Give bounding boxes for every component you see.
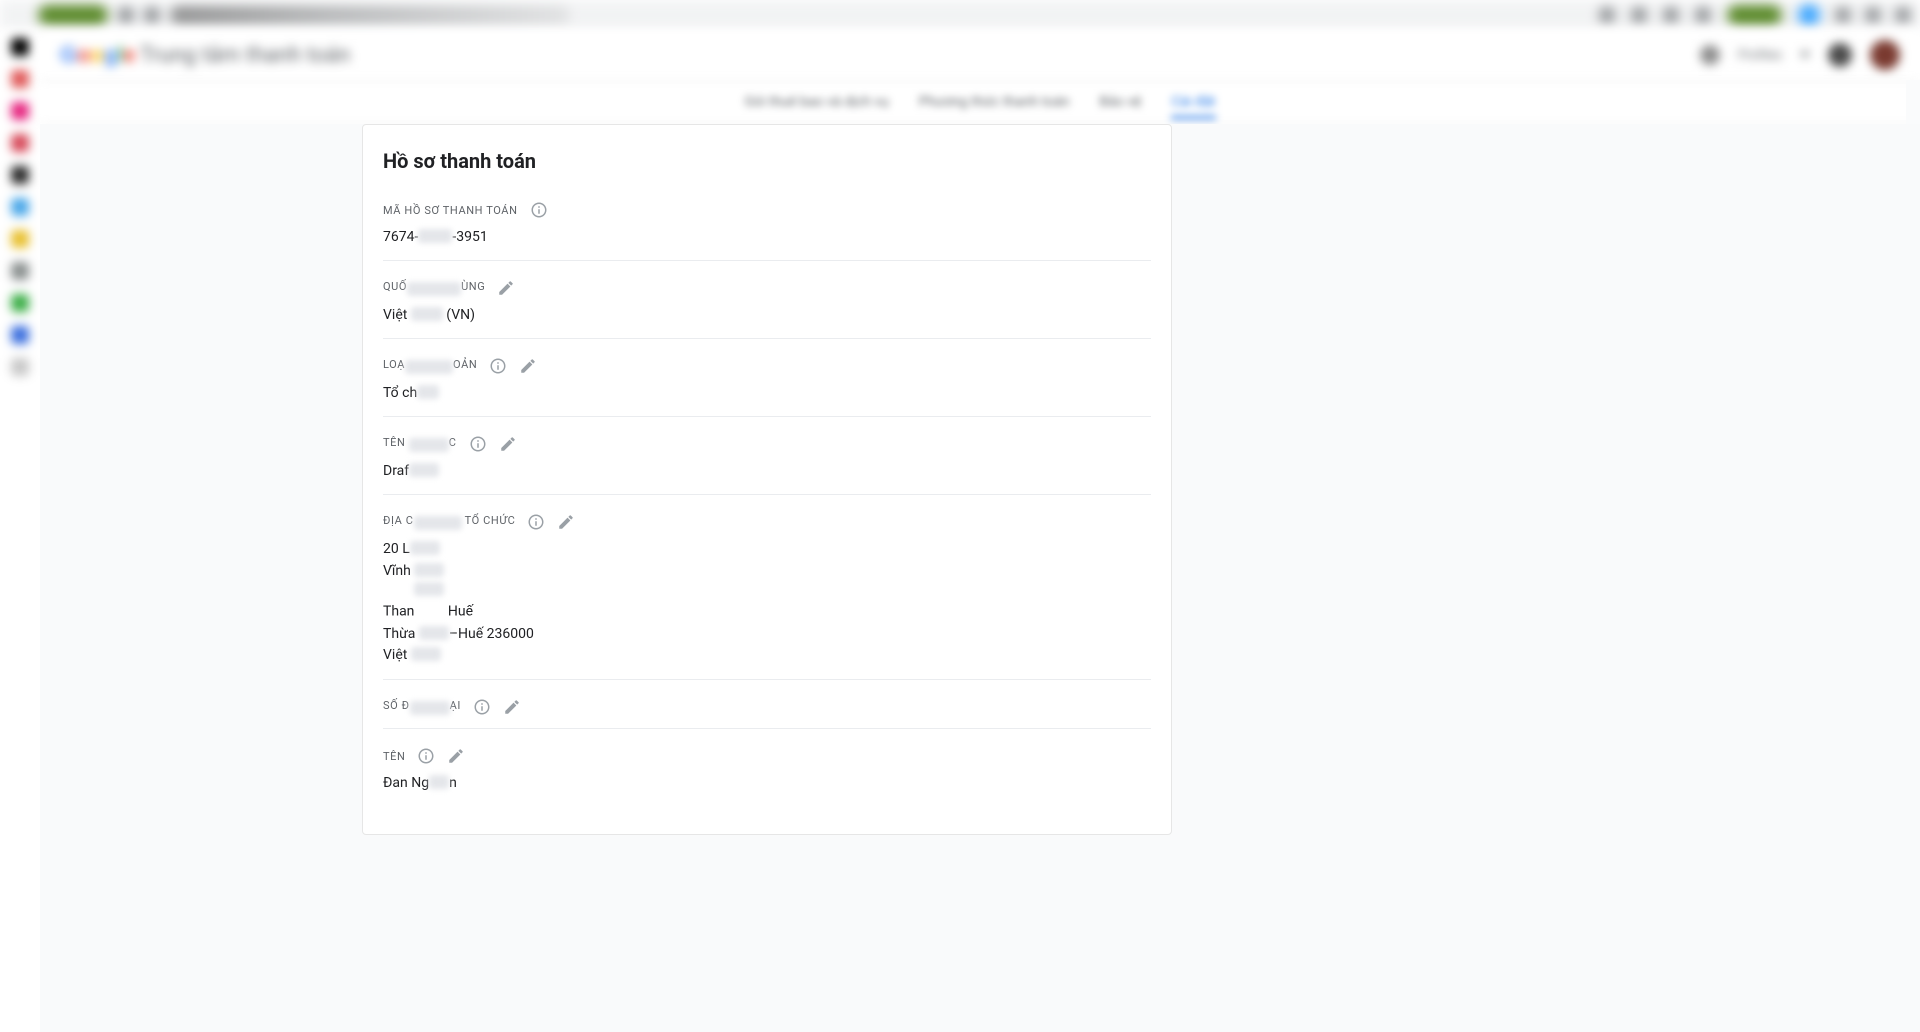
apps-icon <box>1828 43 1852 67</box>
browser-chrome <box>0 0 1920 30</box>
browser-profile-avatar <box>1798 4 1820 26</box>
card-title: Hồ sơ thanh toán <box>363 149 1171 183</box>
browser-tab <box>38 5 108 25</box>
info-icon[interactable] <box>473 698 491 716</box>
label-org-name: TÊN TỔ CHC <box>383 436 457 452</box>
edit-icon[interactable] <box>447 747 465 765</box>
tab-subscriptions: Gói thuê bao và dịch vụ <box>744 94 888 110</box>
window-max-icon <box>1866 8 1880 22</box>
field-org-name: TÊN TỔ CHC Drafxxx <box>363 417 1171 494</box>
app-icon <box>11 326 29 344</box>
app-icon <box>11 70 29 88</box>
edit-icon[interactable] <box>503 698 521 716</box>
app-icon <box>11 166 29 184</box>
ext-button <box>1727 5 1782 25</box>
app-icon <box>11 102 29 120</box>
ext-icon <box>1695 7 1711 23</box>
value-name: Đan Nguyên <box>383 773 1151 794</box>
app-icon <box>11 134 29 152</box>
edit-icon[interactable] <box>499 435 517 453</box>
value-org-name: Drafxxx <box>383 461 1151 482</box>
value-account-type: Tổ chức <box>383 383 1151 404</box>
add-app-icon <box>11 358 29 376</box>
chevron-down-icon <box>1800 52 1810 58</box>
label-profile-id: MÃ HỒ SƠ THANH TOÁN <box>383 204 518 217</box>
edit-icon[interactable] <box>497 279 515 297</box>
label-country: QUỐC GIA/VÙNG <box>383 280 485 296</box>
ext-icon <box>1599 7 1615 23</box>
edit-icon[interactable] <box>557 513 575 531</box>
info-icon[interactable] <box>417 747 435 765</box>
field-account-type: LOẠI TÀI KHOẢN Tổ chức <box>363 339 1171 416</box>
info-icon[interactable] <box>489 357 507 375</box>
left-app-strip <box>0 30 40 1030</box>
field-org-address: ĐỊA CHỈ CỦA TỔ CHỨC 20 Lê Lợi Vĩnh Ninh … <box>363 495 1171 679</box>
info-icon[interactable] <box>469 435 487 453</box>
label-account-type: LOẠI TÀI KHOẢN <box>383 358 477 374</box>
app-icon <box>11 230 29 248</box>
field-country: QUỐC GIA/VÙNG Việt Nam (VN) <box>363 261 1171 338</box>
address-bar <box>170 6 570 24</box>
tab-protect: Bảo vệ <box>1099 94 1141 110</box>
nav-reload-icon <box>144 7 160 23</box>
field-profile-id: MÃ HỒ SƠ THANH TOÁN 7674-xxxx-3951 <box>363 183 1171 260</box>
label-name: TÊN <box>383 750 405 763</box>
payment-profile-card: Hồ sơ thanh toán MÃ HỒ SƠ THANH TOÁN 767… <box>362 124 1172 835</box>
app-header: Google Trung tâm thanh toán Profiles <box>40 30 1920 80</box>
window-close-icon <box>1896 8 1910 22</box>
edit-icon[interactable] <box>519 357 537 375</box>
avatar <box>1870 40 1900 70</box>
google-logo: Google <box>60 42 136 68</box>
ext-icon <box>1631 7 1647 23</box>
tab-settings: Cài đặt <box>1171 94 1215 119</box>
ext-icon <box>1663 7 1679 23</box>
value-org-address: 20 Lê Lợi Vĩnh Ninh Thanh phố Huế Thừa T… <box>383 539 1151 667</box>
window-min-icon <box>1836 8 1850 22</box>
value-profile-id: 7674-xxxx-3951 <box>383 227 1151 248</box>
field-name: TÊN Đan Nguyên <box>363 729 1171 806</box>
tabs-row: Gói thuê bao và dịch vụ Phương thức than… <box>40 80 1920 124</box>
app-icon <box>11 38 29 56</box>
info-icon[interactable] <box>527 513 545 531</box>
notification-icon <box>1700 45 1720 65</box>
label-phone: SỐ ĐIỆN THẠI <box>383 699 461 715</box>
app-icon <box>11 294 29 312</box>
tab-payment-methods: Phương thức thanh toán <box>919 94 1070 110</box>
value-country: Việt Nam (VN) <box>383 305 1151 326</box>
app-icon <box>11 262 29 280</box>
app-title: Trung tâm thanh toán <box>140 43 350 68</box>
label-org-address: ĐỊA CHỈ CỦA TỔ CHỨC <box>383 514 515 530</box>
info-icon[interactable] <box>530 201 548 219</box>
field-phone: SỐ ĐIỆN THẠI <box>363 680 1171 728</box>
account-selector-label: Profiles <box>1738 48 1782 63</box>
app-icon <box>11 198 29 216</box>
nav-back-icon <box>118 7 134 23</box>
main-area: Hồ sơ thanh toán MÃ HỒ SƠ THANH TOÁN 767… <box>40 124 1920 1032</box>
